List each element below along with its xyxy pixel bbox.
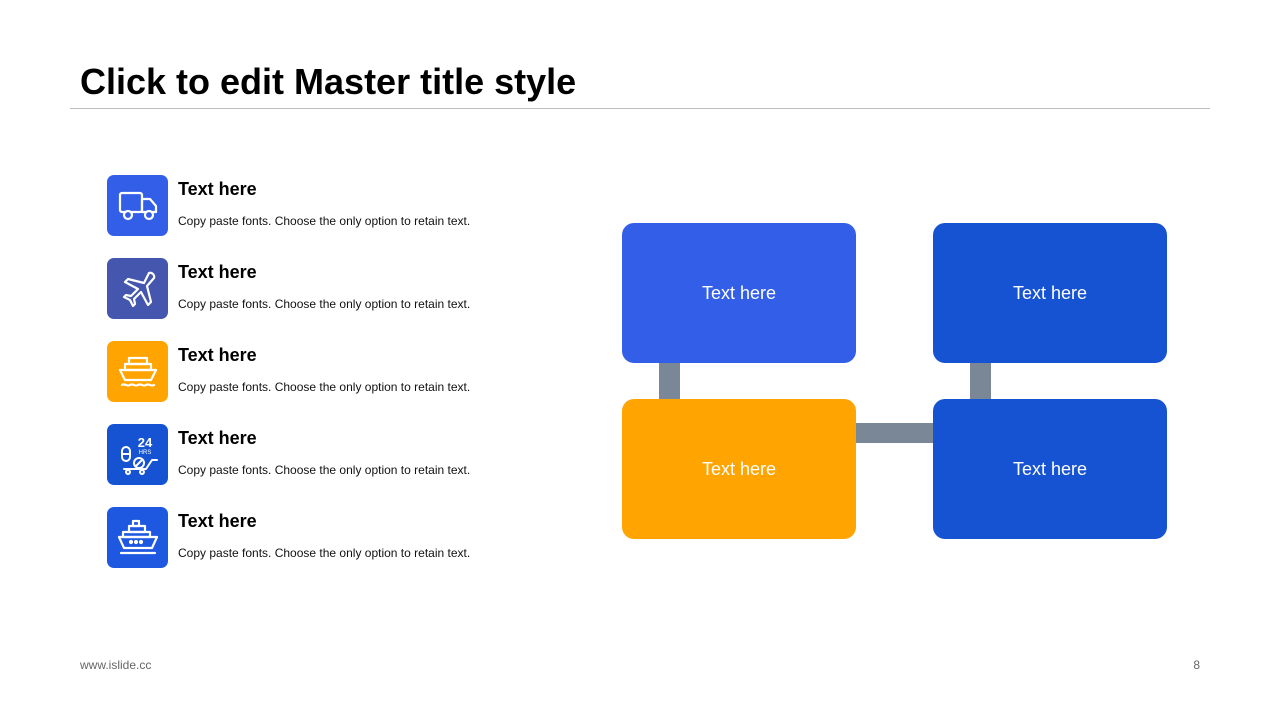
connector-horizontal [854,423,934,443]
passenger-ship-icon [117,519,158,554]
icon-tile: 24 HRS [107,424,168,485]
slide-title: Click to edit Master title style [80,61,577,102]
box-label: Text here [1012,458,1088,479]
diagram-box-top-right: Text here [933,223,1167,363]
diagram-box-bottom-left: Text here [622,399,856,539]
icon-text-hrs: HRS [138,450,151,456]
diagram-box-top-left: Text here [622,223,856,363]
cargo-ship-icon [118,356,157,387]
connector-vertical-left [659,362,680,400]
item-title: Text here [178,428,257,448]
item-title: Text here [178,511,257,531]
item-description: Copy paste fonts. Choose the only option… [178,463,471,477]
box-label: Text here [1012,282,1088,303]
diagram-box-bottom-right: Text here [933,399,1167,539]
icon-tile [107,258,168,319]
airplane-icon [122,271,155,307]
icon-text-24: 24 [137,435,152,450]
list-item: Text here Copy paste fonts. Choose the o… [107,507,547,569]
box-label: Text here [701,458,777,479]
box-label: Text here [701,282,777,303]
item-description: Copy paste fonts. Choose the only option… [178,380,471,394]
footer-website: www.islide.cc [80,658,152,672]
page-number: 8 [1193,658,1200,672]
icon-tile [107,507,168,568]
list-item: Text here Copy paste fonts. Choose the o… [107,258,547,320]
item-description: Copy paste fonts. Choose the only option… [178,546,471,560]
icon-tile [107,175,168,236]
list-item: 24 HRS Text here Copy paste fonts. Choos… [107,424,547,486]
item-title: Text here [178,179,257,199]
list-item: Text here Copy paste fonts. Choose the o… [107,341,547,403]
truck-icon [118,191,157,220]
title-divider [70,108,1210,109]
icon-tile [107,341,168,402]
item-title: Text here [178,262,257,282]
item-description: Copy paste fonts. Choose the only option… [178,214,471,228]
item-title: Text here [178,345,257,365]
24hrs-delivery-icon: 24 HRS [120,435,158,475]
list-item: Text here Copy paste fonts. Choose the o… [107,175,547,237]
connector-vertical-right [970,362,991,400]
item-description: Copy paste fonts. Choose the only option… [178,297,471,311]
